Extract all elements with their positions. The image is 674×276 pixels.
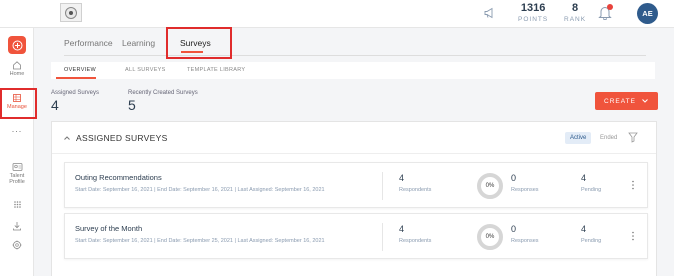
home-icon — [13, 61, 21, 70]
divider — [382, 223, 383, 251]
top-bar: 1316 POINTS 8 RANK AE — [0, 0, 674, 28]
pending-count: 4 — [581, 224, 587, 234]
sidebar-item-label: Home — [9, 71, 25, 77]
survey-row[interactable]: Survey of the Month Start Date: Septembe… — [64, 213, 648, 259]
responses-label: Responses — [511, 187, 539, 193]
sub-navigation: OVERVIEW ALL SURVEYS TEMPLATE LIBRARY — [51, 62, 655, 79]
response-rate-ring: 0% — [477, 173, 503, 199]
respondents-count: 4 — [399, 224, 405, 234]
talent-profile-icon — [12, 163, 22, 171]
plus-circle-icon — [12, 40, 22, 50]
survey-dates: Start Date: September 16, 2021 | End Dat… — [75, 238, 325, 244]
rank-label: RANK — [564, 16, 587, 23]
highlight-box-surveys — [166, 27, 232, 59]
response-rate-value: 0% — [485, 183, 495, 189]
chevron-down-icon — [642, 99, 648, 103]
divider — [52, 153, 656, 154]
sidebar-item-home[interactable]: Home — [0, 60, 34, 77]
company-logo[interactable] — [60, 3, 82, 22]
create-button-label: CREATE — [604, 97, 636, 105]
recent-surveys-label: Recently Created Surveys — [128, 90, 198, 96]
respondents-label: Respondents — [399, 238, 432, 244]
pending-count: 4 — [581, 173, 587, 183]
sidebar: Home Manage ... Talent Profile — [0, 28, 37, 276]
pending-label: Pending — [581, 238, 602, 244]
responses-label: Responses — [511, 238, 539, 244]
survey-name[interactable]: Survey of the Month — [75, 224, 142, 233]
rank-value: 8 — [571, 2, 579, 14]
divider — [382, 172, 383, 200]
points-value: 1316 — [520, 2, 546, 14]
download-icon — [13, 222, 21, 231]
tab-performance[interactable]: Performance — [64, 38, 113, 48]
recent-surveys-value: 5 — [128, 97, 136, 113]
survey-dates: Start Date: September 16, 2021 | End Dat… — [75, 187, 325, 193]
points-label: POINTS — [518, 16, 549, 23]
assigned-surveys-value: 4 — [51, 97, 59, 113]
sidebar-item-settings[interactable] — [0, 240, 34, 251]
add-button[interactable] — [8, 36, 26, 54]
responses-count: 0 — [511, 173, 517, 183]
survey-row[interactable]: Outing Recommendations Start Date: Septe… — [64, 162, 648, 208]
more-options-icon[interactable] — [631, 231, 635, 241]
points-stat[interactable]: 1316 POINTS — [518, 2, 548, 24]
filter-icon[interactable] — [628, 131, 638, 143]
assigned-surveys-panel: ASSIGNED SURVEYS Active Ended Outing Rec… — [51, 121, 657, 276]
avatar[interactable]: AE — [637, 3, 658, 24]
subtab-all-surveys[interactable]: ALL SURVEYS — [125, 67, 166, 73]
sidebar-item-download[interactable] — [0, 221, 34, 232]
survey-name[interactable]: Outing Recommendations — [75, 173, 162, 182]
settings-icon — [12, 240, 22, 250]
pending-label: Pending — [581, 187, 602, 193]
filter-ended[interactable]: Ended — [600, 135, 617, 141]
more-icon[interactable]: ... — [0, 125, 34, 134]
respondents-count: 4 — [399, 173, 405, 183]
rank-stat[interactable]: 8 RANK — [564, 2, 586, 24]
main-tabs: Performance Learning Surveys — [64, 30, 646, 56]
tab-learning[interactable]: Learning — [122, 38, 155, 48]
grid-icon — [13, 201, 21, 208]
filter-active[interactable]: Active — [565, 132, 592, 144]
highlight-box-manage — [0, 88, 37, 119]
respondents-label: Respondents — [399, 187, 432, 193]
sidebar-item-talent-profile[interactable]: Talent Profile — [0, 162, 34, 185]
megaphone-icon[interactable] — [483, 7, 495, 19]
assigned-surveys-label: Assigned Surveys — [51, 90, 100, 96]
more-options-icon[interactable] — [631, 180, 635, 190]
panel-title: ASSIGNED SURVEYS — [76, 133, 168, 143]
subtab-template-library[interactable]: TEMPLATE LIBRARY — [187, 67, 245, 73]
chevron-up-icon[interactable] — [62, 133, 72, 143]
response-rate-ring: 0% — [477, 224, 503, 250]
responses-count: 0 — [511, 224, 517, 234]
seal-icon — [65, 6, 77, 19]
response-rate-value: 0% — [485, 234, 495, 240]
sidebar-item-grid[interactable] — [0, 200, 34, 210]
sidebar-item-label: Talent Profile — [9, 173, 25, 185]
active-subtab-indicator — [56, 77, 96, 79]
create-button[interactable]: CREATE — [595, 92, 658, 110]
notification-dot — [607, 4, 613, 10]
subtab-overview[interactable]: OVERVIEW — [64, 67, 96, 73]
